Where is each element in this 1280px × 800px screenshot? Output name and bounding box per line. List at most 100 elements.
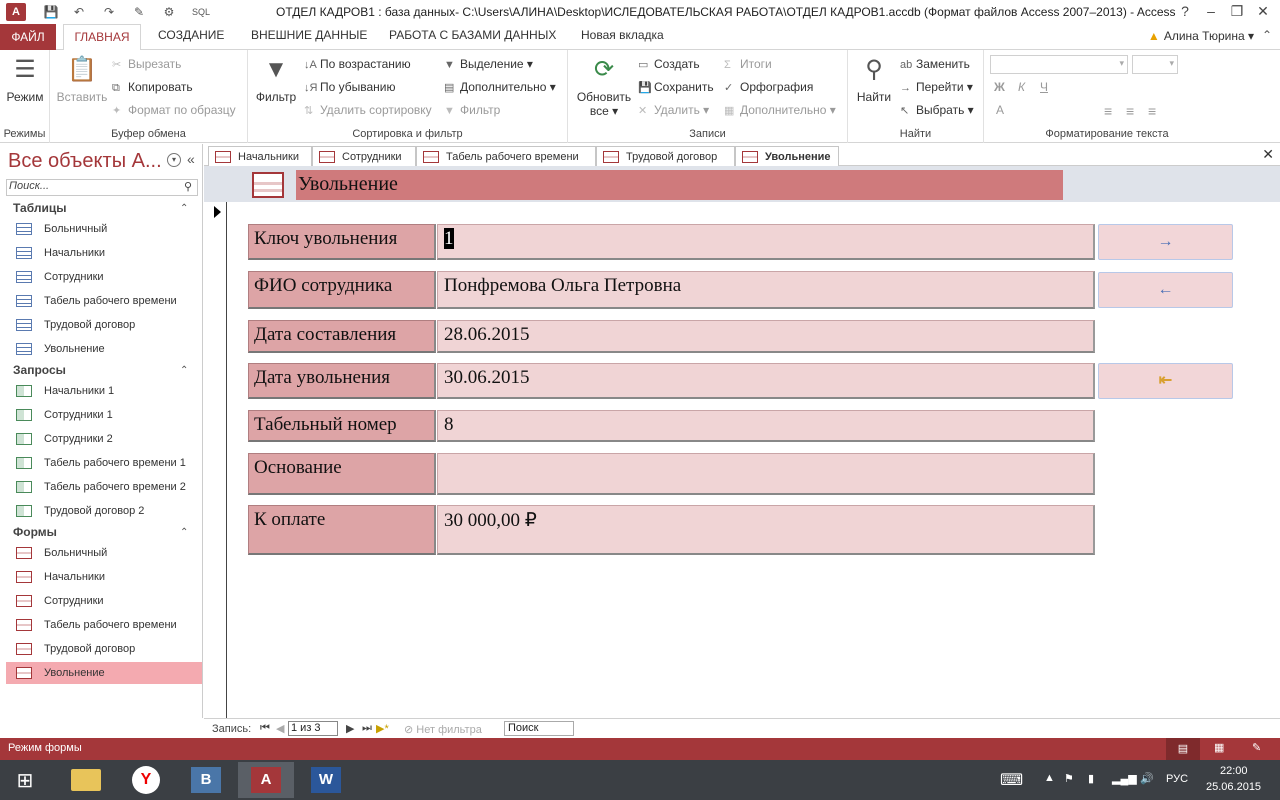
copy-button[interactable]: ⧉ Копировать — [112, 80, 193, 95]
tab-file[interactable]: ФАЙЛ — [0, 24, 56, 50]
advanced-filter-button[interactable]: ▤ Дополнительно ▾ — [444, 80, 556, 94]
word-taskbar-button[interactable]: W — [298, 762, 354, 798]
doc-tab[interactable]: Трудовой договор — [596, 146, 735, 166]
nav-section-tables[interactable]: Таблицы — [13, 201, 66, 215]
doc-tab[interactable]: Начальники — [208, 146, 312, 166]
sort-descending-button[interactable]: ↓Я По убыванию — [304, 80, 396, 94]
field-tab-number[interactable]: 8 — [437, 410, 1095, 442]
close-window-button[interactable]: ✕ — [1252, 3, 1274, 21]
start-button[interactable]: ⊞ — [0, 762, 50, 798]
nav-item-table-uvolnenie[interactable]: Увольнение — [6, 338, 202, 360]
nav-item-form-selected[interactable]: Увольнение — [6, 662, 202, 684]
nav-item-form[interactable]: Трудовой договор — [6, 638, 202, 660]
doc-tab-active[interactable]: Увольнение — [735, 146, 839, 167]
minimize-button[interactable]: – — [1200, 3, 1222, 21]
nav-item-query[interactable]: Табель рабочего времени 1 — [6, 452, 202, 474]
network-icon[interactable]: ▂▄▆ — [1112, 772, 1137, 785]
qat-filter-icon[interactable]: ⚙ — [160, 3, 178, 21]
align-left-icon[interactable]: ≡ — [1104, 103, 1112, 119]
record-selector[interactable] — [204, 202, 227, 718]
save-icon[interactable]: 💾 — [42, 3, 60, 21]
section-collapse-icon[interactable]: ⌃ — [180, 527, 188, 538]
undo-icon[interactable]: ↶ — [70, 3, 88, 21]
format-painter-button[interactable]: ✦ Формат по образцу — [112, 103, 236, 117]
explorer-button[interactable] — [58, 762, 114, 798]
last-record-icon[interactable]: ⏭ — [362, 722, 372, 735]
collapse-pane-icon[interactable]: « — [187, 151, 195, 167]
no-filter-button[interactable]: ⊘ Нет фильтра — [404, 723, 482, 736]
filter-button[interactable]: ▼ Фильтр — [254, 54, 298, 104]
current-record-input[interactable]: 1 из 3 — [288, 721, 338, 736]
doc-tab[interactable]: Сотрудники — [312, 146, 416, 166]
nav-item-table-sotrudniki[interactable]: Сотрудники — [6, 266, 202, 288]
section-collapse-icon[interactable]: ⌃ — [180, 365, 188, 376]
bold-button[interactable]: Ж — [994, 80, 1005, 94]
italic-button[interactable]: К — [1018, 80, 1025, 94]
doc-tab[interactable]: Табель рабочего времени — [416, 146, 596, 166]
access-app-icon[interactable]: A — [6, 3, 26, 21]
paste-button[interactable]: 📋 Вставить — [56, 54, 108, 104]
nav-item-query[interactable]: Сотрудники 2 — [6, 428, 202, 450]
nav-item-form[interactable]: Табель рабочего времени — [6, 614, 202, 636]
nav-item-table-dogovor[interactable]: Трудовой договор — [6, 314, 202, 336]
select-button[interactable]: ↖ Выбрать ▾ — [900, 103, 974, 117]
clock-time[interactable]: 22:00 — [1220, 765, 1248, 777]
next-record-button[interactable]: → — [1098, 224, 1233, 260]
tab-new[interactable]: Новая вкладка — [581, 28, 664, 42]
qat-sql-button[interactable]: SQL — [192, 7, 210, 17]
show-hidden-icons[interactable]: ▲ — [1044, 772, 1055, 784]
nav-menu-chevron-icon[interactable]: ▾ — [167, 153, 181, 167]
battery-icon[interactable]: ▮ — [1088, 772, 1094, 785]
align-center-icon[interactable]: ≡ — [1126, 103, 1134, 119]
nav-item-table-nachalniki[interactable]: Начальники — [6, 242, 202, 264]
nav-search-input[interactable]: Поиск... — [6, 179, 198, 196]
font-color-button[interactable]: A — [996, 103, 1004, 117]
close-form-button[interactable]: ⇤ — [1098, 363, 1233, 399]
save-record-button[interactable]: 💾 Сохранить — [638, 80, 714, 94]
next-record-icon[interactable]: ▶ — [346, 722, 354, 735]
selection-button[interactable]: ▼ Выделение ▾ — [444, 57, 533, 71]
language-indicator[interactable]: РУС — [1166, 773, 1188, 785]
spelling-button[interactable]: ✓ Орфография — [724, 80, 813, 94]
cut-button[interactable]: ✂ Вырезать — [112, 57, 181, 71]
tab-database-tools[interactable]: РАБОТА С БАЗАМИ ДАННЫХ — [389, 28, 556, 42]
nav-item-form[interactable]: Больничный — [6, 542, 202, 564]
nav-section-forms[interactable]: Формы — [13, 525, 57, 539]
align-right-icon[interactable]: ≡ — [1148, 103, 1156, 119]
goto-button[interactable]: → Перейти ▾ — [900, 80, 973, 94]
tab-create[interactable]: СОЗДАНИЕ — [158, 28, 224, 42]
action-center-icon[interactable]: ⚑ — [1064, 772, 1074, 785]
prev-record-icon[interactable]: ◀ — [276, 722, 284, 735]
prev-record-button[interactable]: ← — [1098, 272, 1233, 308]
remove-sort-button[interactable]: ⇅ Удалить сортировку — [304, 103, 432, 117]
field-date-created[interactable]: 28.06.2015 — [437, 320, 1095, 353]
field-dismissal-date[interactable]: 30.06.2015 — [437, 363, 1095, 399]
field-key[interactable]: 1 — [437, 224, 1095, 260]
yandex-browser-button[interactable]: Y — [118, 762, 174, 798]
totals-button[interactable]: Σ Итоги — [724, 57, 772, 71]
search-icon[interactable]: ⚲ — [184, 180, 192, 193]
font-name-select[interactable]: ▾ — [990, 55, 1128, 74]
section-collapse-icon[interactable]: ⌃ — [180, 203, 188, 214]
delete-record-button[interactable]: ✕ Удалить ▾ — [638, 103, 709, 117]
clock-date[interactable]: 25.06.2015 — [1206, 781, 1261, 793]
access-taskbar-button[interactable]: A — [238, 762, 294, 798]
underline-button[interactable]: Ч — [1040, 80, 1048, 94]
nav-item-table-tabel[interactable]: Табель рабочего времени — [6, 290, 202, 312]
restore-button[interactable]: ❐ — [1226, 3, 1248, 21]
find-button[interactable]: ⚲ Найти — [854, 54, 894, 104]
nav-item-form[interactable]: Сотрудники — [6, 590, 202, 612]
tab-home[interactable]: ГЛАВНАЯ — [63, 24, 141, 51]
nav-item-query[interactable]: Сотрудники 1 — [6, 404, 202, 426]
record-search-input[interactable]: Поиск — [504, 721, 574, 736]
redo-icon[interactable]: ↷ — [100, 3, 118, 21]
new-record-icon[interactable]: ▶* — [376, 722, 389, 735]
nav-pane-title[interactable]: Все объекты A... — [8, 150, 162, 173]
view-button[interactable]: ☰ Режим — [4, 54, 46, 104]
nav-item-table-bolnichny[interactable]: Больничный — [6, 218, 202, 240]
replace-button[interactable]: ab Заменить — [900, 57, 970, 71]
more-records-button[interactable]: ▦ Дополнительно ▾ — [724, 103, 836, 117]
form-view-icon[interactable]: ▤ — [1166, 738, 1200, 760]
volume-icon[interactable]: 🔊 — [1140, 772, 1154, 785]
keyboard-icon[interactable]: ⌨ — [1000, 770, 1023, 790]
